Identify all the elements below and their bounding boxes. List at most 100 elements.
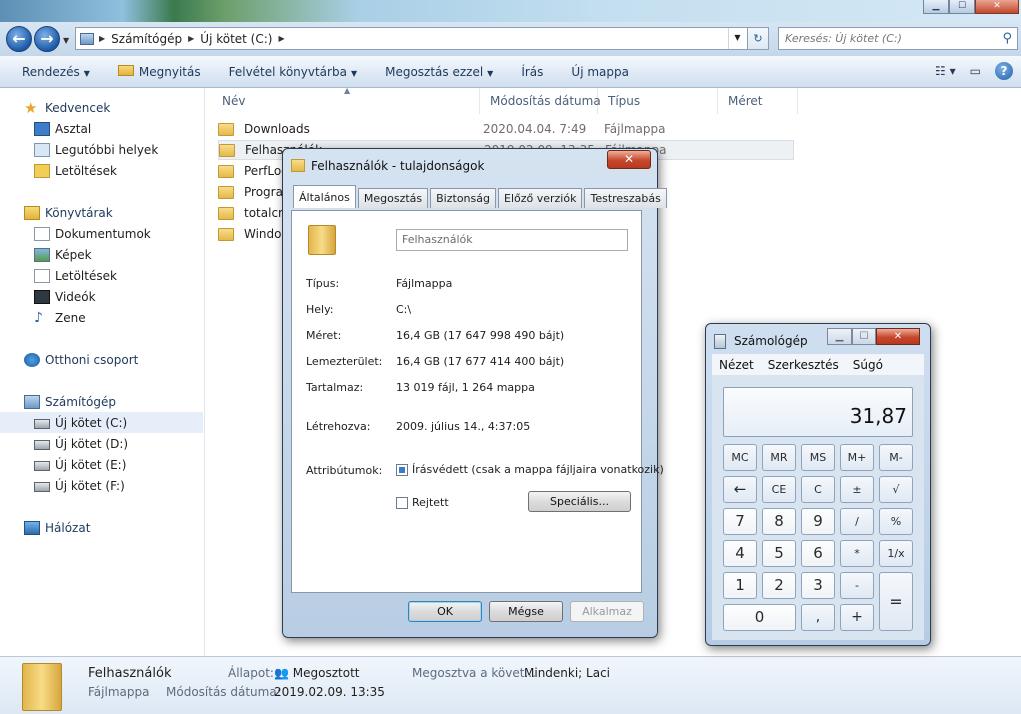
key-5[interactable]: 5 [762, 540, 796, 567]
key-add[interactable]: + [840, 604, 874, 631]
key-multiply[interactable]: * [840, 540, 874, 567]
tab-previous-versions[interactable]: Előző verziók [498, 188, 583, 208]
tab-customize[interactable]: Testreszabás [584, 188, 667, 208]
open-button[interactable]: Megnyitás [104, 64, 215, 79]
key-sqrt[interactable]: √ [879, 476, 913, 503]
key-decimal[interactable]: , [801, 604, 835, 631]
burn-button[interactable]: Írás [507, 65, 557, 79]
column-header-type[interactable]: Típus [598, 88, 718, 114]
computer-icon [24, 394, 40, 409]
tab-sharing[interactable]: Megosztás [357, 188, 429, 208]
menu-help[interactable]: Súgó [846, 358, 890, 372]
forward-button[interactable]: → [34, 26, 60, 52]
menu-view[interactable]: Nézet [712, 358, 761, 372]
key-percent[interactable]: % [879, 508, 913, 535]
key-9[interactable]: 9 [801, 508, 835, 535]
column-header-name[interactable]: Név [212, 88, 480, 114]
help-icon[interactable]: ? [995, 62, 1013, 80]
nav-music[interactable]: ♪ Zene [0, 307, 203, 328]
key-subtract[interactable]: - [840, 572, 874, 599]
nav-videos[interactable]: Videók [0, 286, 203, 307]
key-ce[interactable]: CE [762, 476, 796, 503]
recent-pages-dropdown-icon[interactable]: ▼ [63, 36, 71, 45]
hidden-checkbox[interactable]: Rejtett [396, 496, 449, 509]
readonly-checkbox[interactable]: Írásvédett (csak a mappa fájljaira vonat… [396, 463, 664, 476]
key-0[interactable]: 0 [723, 604, 796, 631]
key-negate[interactable]: ± [840, 476, 874, 503]
tab-general[interactable]: Általános [293, 185, 356, 208]
minimize-button[interactable]: ▁ [923, 0, 949, 14]
nav-network[interactable]: Hálózat [0, 517, 203, 538]
file-row[interactable]: Downloads 2020.04.04. 7:49 Fájlmappa [218, 119, 794, 139]
key-reciprocal[interactable]: 1/x [879, 540, 913, 567]
key-mplus[interactable]: M+ [840, 444, 874, 471]
chevron-right-icon[interactable]: ▶ [99, 34, 105, 43]
nav-pictures[interactable]: Képek [0, 244, 203, 265]
close-button[interactable]: ✕ [975, 0, 1019, 14]
calc-minimize-button[interactable]: ▁ [827, 328, 852, 345]
search-input[interactable]: Keresés: Új kötet (C:) ⚲ [778, 27, 1018, 50]
key-1[interactable]: 1 [723, 572, 757, 599]
new-folder-button[interactable]: Új mappa [557, 65, 643, 79]
key-8[interactable]: 8 [762, 508, 796, 535]
key-c[interactable]: C [801, 476, 835, 503]
view-options-icon[interactable]: ☷ ▾ [935, 64, 956, 78]
nav-favorites[interactable]: ★ Kedvencek [0, 97, 203, 118]
address-bar[interactable]: ▶ Számítógép ▶ Új kötet (C:) ▶ ▼ ↻ [75, 27, 769, 50]
nav-recent-places[interactable]: Legutóbbi helyek [0, 139, 203, 160]
refresh-icon[interactable]: ↻ [747, 28, 768, 49]
key-2[interactable]: 2 [762, 572, 796, 599]
preview-pane-icon[interactable]: ▭ [970, 64, 981, 78]
maximize-button[interactable]: ☐ [949, 0, 975, 14]
cancel-button[interactable]: Mégse [489, 601, 563, 622]
nav-documents[interactable]: Dokumentumok [0, 223, 203, 244]
key-ms[interactable]: MS [801, 444, 835, 471]
key-4[interactable]: 4 [723, 540, 757, 567]
key-7[interactable]: 7 [723, 508, 757, 535]
key-divide[interactable]: / [840, 508, 874, 535]
key-equals[interactable]: = [879, 572, 913, 631]
back-button[interactable]: ← [6, 26, 32, 52]
key-mminus[interactable]: M- [879, 444, 913, 471]
key-mr[interactable]: MR [762, 444, 796, 471]
nav-libraries[interactable]: Könyvtárak [0, 202, 203, 223]
calc-close-button[interactable]: ✕ [876, 328, 920, 345]
advanced-button[interactable]: Speciális... [528, 491, 631, 512]
include-in-library-button[interactable]: Felvétel könyvtárba ▼ [215, 65, 371, 79]
drive-icon [34, 481, 50, 492]
dialog-close-button[interactable]: ✕ [607, 150, 651, 169]
search-icon[interactable]: ⚲ [1002, 31, 1012, 46]
column-header-size[interactable]: Méret [718, 88, 798, 114]
nav-drive-f[interactable]: Új kötet (F:) [0, 475, 203, 496]
column-header-modified[interactable]: Módosítás dátuma [480, 88, 601, 114]
share-with-button[interactable]: Megosztás ezzel ▼ [371, 65, 507, 79]
nav-homegroup[interactable]: Otthoni csoport [0, 349, 203, 370]
key-backspace[interactable]: ← [723, 476, 757, 503]
nav-computer[interactable]: Számítógép [0, 391, 203, 412]
menu-edit[interactable]: Szerkesztés [761, 358, 846, 372]
nav-drive-e[interactable]: Új kötet (E:) [0, 454, 203, 475]
nav-desktop[interactable]: Asztal [0, 118, 203, 139]
checkbox-indeterminate-icon[interactable] [396, 464, 408, 476]
drive-icon [34, 460, 50, 471]
nav-drive-c[interactable]: Új kötet (C:) [0, 412, 203, 433]
organize-button[interactable]: Rendezés ▼ [0, 65, 104, 79]
address-dropdown-icon[interactable]: ▼ [728, 28, 746, 49]
key-3[interactable]: 3 [801, 572, 835, 599]
nav-lib-downloads[interactable]: Letöltések [0, 265, 203, 286]
calc-maximize-button[interactable]: ☐ [852, 328, 876, 345]
folder-name-field[interactable]: Felhasználók [396, 229, 628, 251]
key-6[interactable]: 6 [801, 540, 835, 567]
breadcrumb-drive-c[interactable]: Új kötet (C:) [200, 32, 272, 46]
tab-security[interactable]: Biztonság [430, 188, 496, 208]
apply-button[interactable]: Alkalmaz [570, 601, 644, 622]
nav-downloads[interactable]: Letöltések [0, 160, 203, 181]
checkbox-icon[interactable] [396, 497, 408, 509]
key-mc[interactable]: MC [723, 444, 757, 471]
chevron-right-icon[interactable]: ▶ [188, 34, 194, 43]
contains-label: Tartalmaz: [306, 381, 364, 394]
ok-button[interactable]: OK [408, 601, 482, 622]
chevron-right-icon[interactable]: ▶ [278, 34, 284, 43]
breadcrumb-computer[interactable]: Számítógép [111, 32, 182, 46]
nav-drive-d[interactable]: Új kötet (D:) [0, 433, 203, 454]
